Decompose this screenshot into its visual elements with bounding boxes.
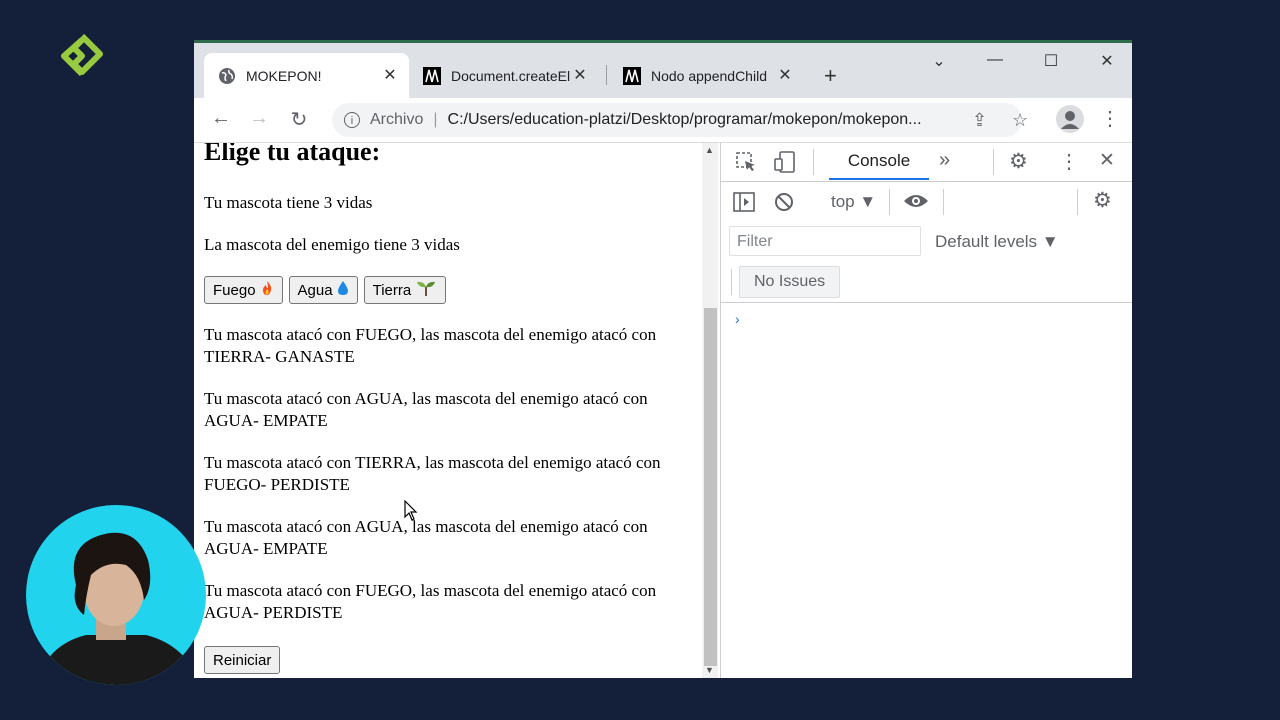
log-levels-dropdown[interactable]: Default levels ▼ [935,232,1059,252]
fuego-button[interactable]: Fuego [204,276,283,304]
close-tab-icon[interactable]: ✕ [571,65,589,85]
battle-message: Tu mascota atacó con TIERRA, las mascota… [204,453,661,494]
battle-message: Tu mascota atacó con FUEGO, las mascota … [204,581,657,622]
platzi-logo [60,33,104,78]
agua-button[interactable]: Agua [288,276,358,304]
settings-gear-icon[interactable]: ⚙ [1009,149,1028,174]
devtools-tabbar: Console » ⚙ ⋮ ✕ [721,143,1132,182]
reiniciar-button[interactable]: Reiniciar [204,646,281,674]
address-url: C:/Users/education-platzi/Desktop/progra… [447,111,922,128]
close-tab-icon[interactable]: ✕ [776,65,794,85]
presenter-webcam [26,505,206,685]
live-expression-eye-icon[interactable] [903,191,929,216]
tab-console[interactable]: Console [829,143,929,180]
page-scrollbar[interactable]: ▲ ▼ [702,143,718,678]
fire-icon [260,280,274,300]
filter-input[interactable]: Filter [729,226,921,256]
scrollbar-thumb[interactable] [704,308,717,666]
inspect-element-icon[interactable] [735,151,757,178]
more-tabs-icon[interactable]: » [939,149,950,172]
browser-toolbar: ← → ↻ i Archivo | C:/Users/education-pla… [194,98,1132,143]
tab-bar: MOKEPON! ✕ Document.createEl ✕ Nodo appe… [194,43,1132,98]
toolbar-divider [731,269,732,295]
share-icon[interactable]: ⇪ [972,110,987,131]
presenter-silhouette-icon [36,532,201,685]
browser-menu-icon[interactable]: ⋮ [1100,106,1120,131]
minimize-icon[interactable]: — [975,51,1015,69]
toolbar-divider [943,189,944,215]
context-value: top [831,192,855,211]
scroll-down-icon[interactable]: ▼ [705,665,714,675]
toolbar-divider [993,149,994,175]
battle-message: Tu mascota atacó con AGUA, las mascota d… [204,389,648,430]
no-issues-button[interactable]: No Issues [739,266,841,298]
address-separator: | [433,111,438,128]
context-selector[interactable]: top ▼ [831,192,876,212]
toolbar-divider [1077,189,1078,215]
back-arrow-icon[interactable]: ← [208,107,234,130]
water-drop-icon [337,280,349,300]
fuego-label: Fuego [213,281,256,299]
tab-label: Nodo appendChild [651,67,767,84]
address-scheme: Archivo [370,111,424,128]
tab-label: MOKEPON! [246,67,322,84]
tab-divider [606,65,607,85]
attack-heading: Elige tu ataque: [204,143,381,166]
attack-buttons: Fuego Agua Tierra [204,276,447,304]
battle-message: Tu mascota atacó con AGUA, las mascota d… [204,517,648,558]
tab-nodo-appendchild[interactable]: Nodo appendChild ✕ [609,53,804,98]
scroll-up-icon[interactable]: ▲ [705,145,714,155]
close-devtools-icon[interactable]: ✕ [1099,149,1115,172]
issues-row: No Issues [721,262,1132,303]
device-toolbar-icon[interactable] [773,150,797,179]
browser-window: MOKEPON! ✕ Document.createEl ✕ Nodo appe… [194,40,1132,678]
tab-document-createelement[interactable]: Document.createEl ✕ [409,53,599,98]
maximize-icon[interactable]: ☐ [1031,51,1071,71]
console-filter-row: Filter Default levels ▼ [721,222,1132,262]
console-toolbar: top ▼ ⚙ [721,182,1132,222]
devtools-panel: Console » ⚙ ⋮ ✕ top ▼ ⚙ Filter Default l… [720,143,1132,678]
tierra-label: Tierra [372,281,412,299]
page-content: Elige tu ataque: Tu mascota tiene 3 vida… [194,143,700,678]
enemy-lives-text: La mascota del enemigo tiene 3 vidas [204,235,460,254]
sidebar-toggle-icon[interactable] [733,192,755,217]
info-icon[interactable]: i [344,112,360,128]
agua-label: Agua [297,281,333,299]
tab-search-chevron-icon[interactable]: ⌄ [919,51,959,71]
log-levels-label: Default levels [935,232,1038,251]
battle-message: Tu mascota atacó con FUEGO, las mascota … [204,325,657,366]
console-settings-gear-icon[interactable]: ⚙ [1093,188,1112,213]
console-prompt[interactable]: › [735,311,740,327]
reload-icon[interactable]: ↻ [286,107,312,132]
mouse-cursor-icon [404,499,418,527]
star-icon[interactable]: ☆ [1012,110,1028,131]
mdn-icon [423,66,441,85]
toolbar-divider [813,149,814,175]
forward-arrow-icon[interactable]: → [246,107,272,130]
player-lives-text: Tu mascota tiene 3 vidas [204,193,373,212]
devtools-menu-icon[interactable]: ⋮ [1059,149,1079,174]
profile-avatar-icon[interactable] [1056,105,1084,133]
clear-console-icon[interactable] [773,191,795,218]
close-tab-icon[interactable]: ✕ [381,65,399,85]
tierra-button[interactable]: Tierra [363,276,447,304]
close-window-icon[interactable]: ✕ [1087,51,1127,71]
new-tab-icon[interactable]: + [824,63,837,89]
tab-label: Document.createEl [451,67,571,84]
tab-mokepon[interactable]: MOKEPON! ✕ [204,53,409,98]
toolbar-divider [889,189,890,215]
seedling-icon [415,279,437,301]
mdn-icon [623,66,641,85]
globe-icon [218,67,236,85]
address-bar[interactable]: i Archivo | C:/Users/education-platzi/De… [332,103,1028,137]
